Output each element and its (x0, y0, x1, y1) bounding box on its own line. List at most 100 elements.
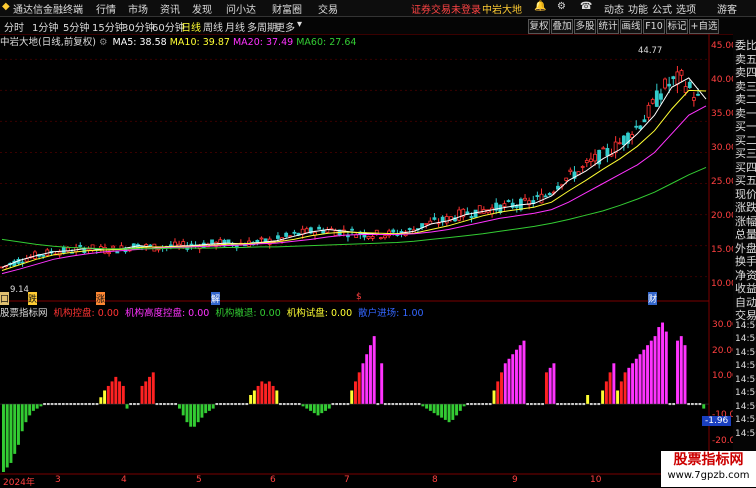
indicator-bar (110, 381, 114, 405)
high-price-label: 44.77 (638, 46, 662, 56)
candle-body (226, 239, 231, 244)
indicator-bar (20, 404, 24, 432)
event-mark-dividend[interactable]: $ (356, 292, 362, 302)
time-label: 8 (432, 475, 438, 485)
candle-body (539, 193, 544, 204)
indicator-bar (664, 331, 668, 405)
candle-body (638, 125, 643, 130)
indicator-bar (151, 372, 155, 405)
indicator-bar (368, 345, 372, 405)
indicator-bar (631, 363, 635, 405)
event-mark-0[interactable]: 口 (0, 292, 10, 305)
candle-body (580, 166, 585, 168)
indicator-bar (2, 404, 5, 472)
indicator-bar (204, 404, 208, 414)
indicator-bar (380, 363, 384, 405)
candle-body (78, 245, 83, 247)
candle-body (671, 76, 676, 80)
indicator-bar (642, 349, 646, 405)
indicator-bar (679, 336, 683, 405)
event-mark-finance[interactable]: 财 (648, 292, 658, 305)
candle-body (457, 209, 462, 221)
watermark-url: www.7gpzb.com (667, 470, 750, 481)
indicator-bar (99, 397, 103, 405)
candle-body (617, 142, 622, 145)
indicator-bar (627, 367, 631, 405)
time-label: 3 (55, 475, 61, 485)
indicator-bar (518, 345, 522, 405)
indicator-bar (649, 340, 653, 405)
indicator-bar (440, 404, 444, 418)
candle-body (687, 81, 692, 88)
indicator-bar (28, 404, 32, 416)
candle-body (432, 217, 437, 220)
indicator-bar (522, 340, 526, 405)
indicator-bar (443, 404, 447, 420)
candle-body (663, 78, 667, 89)
candle-body (407, 228, 412, 230)
candle-body (675, 71, 680, 85)
candle-body (440, 216, 445, 223)
time-label: 2024年 (3, 478, 35, 488)
candle-body (181, 241, 186, 246)
indicator-bar (552, 363, 556, 405)
indicator-bar (181, 404, 185, 416)
candle-body (350, 228, 354, 231)
quote-panel-item: 14:56 (735, 374, 756, 385)
candle-body (589, 158, 593, 162)
indicator-bar (106, 385, 110, 405)
time-label: 6 (270, 475, 276, 485)
indicator-bar (256, 385, 260, 405)
indicator-bar (548, 367, 552, 405)
indicator-bar (507, 358, 511, 405)
indicator-bar (683, 345, 687, 405)
event-mark-rise[interactable]: 涨 (96, 292, 106, 305)
candle-body (317, 226, 322, 230)
indicator-bar (327, 404, 331, 409)
candle-body (366, 235, 371, 239)
indicator-bar (458, 404, 462, 411)
indicator-bar (492, 390, 496, 405)
candle-body (605, 148, 610, 157)
indicator-bar (316, 404, 320, 416)
candle-body (650, 99, 655, 104)
indicator-bar (144, 381, 148, 405)
indicator-bar (5, 404, 9, 468)
time-label: 5 (196, 475, 202, 485)
candle-body (642, 119, 647, 123)
candle-body (119, 245, 124, 249)
indicator-current-value: -1.96 (702, 416, 732, 426)
candle-body (370, 236, 375, 239)
candle-body (601, 147, 606, 150)
candle-body (41, 254, 46, 257)
kline-chart[interactable]: 44.77 9.14 (0, 0, 756, 487)
indicator-bar (103, 390, 107, 405)
candle-body (304, 228, 309, 234)
indicator-bar (361, 363, 365, 405)
indicator-bar (35, 404, 39, 409)
indicator-bar (118, 381, 122, 405)
candle-body (115, 251, 120, 254)
indicator-bar (612, 363, 616, 405)
indicator-bar (301, 404, 305, 407)
indicator-bar (121, 385, 125, 405)
candle-body (659, 93, 663, 100)
indicator-bar (13, 404, 17, 454)
candle-body (444, 216, 449, 224)
candle-body (111, 245, 116, 249)
indicator-bar (623, 372, 627, 405)
candle-body (107, 252, 111, 255)
quote-panel-item: 14:56 (735, 388, 756, 398)
low-price-label: 9.14 (10, 285, 29, 295)
watermark: 股票指标网 www.7gpzb.com (661, 451, 756, 487)
indicator-bar (148, 376, 151, 405)
candle-body (543, 195, 548, 198)
time-label: 9 (512, 475, 518, 485)
candle-body (469, 216, 474, 219)
event-mark-fall[interactable]: 跌 (28, 292, 38, 305)
candle-body (473, 209, 478, 218)
event-mark-unlock[interactable]: 解 (211, 292, 221, 305)
candle-body (490, 207, 494, 215)
indicator-bar (312, 404, 316, 414)
indicator-bar (586, 395, 590, 405)
